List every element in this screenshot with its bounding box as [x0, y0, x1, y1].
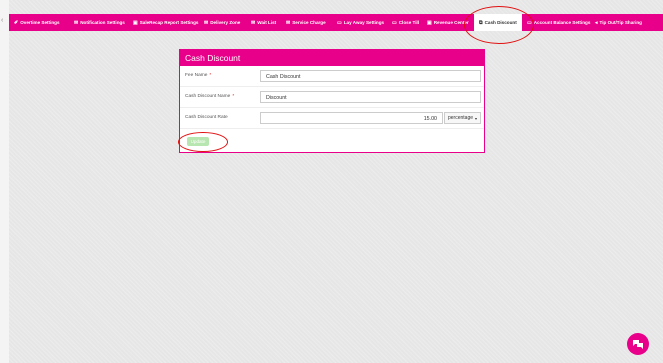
caret-down-icon: ▾ — [475, 115, 478, 121]
tab-overtime-settings[interactable]: ✐ Overtime Settings — [9, 14, 69, 31]
tab-close-till[interactable]: ▭ Close Till — [387, 14, 422, 31]
tab-cash-discount[interactable]: ⧉ Cash Discount — [474, 14, 522, 31]
tab-salerecap-report-settings[interactable]: ▣ SaleRecap Report Settings — [128, 14, 199, 31]
settings-tab-bar: ✐ Overtime Settings ✉ Notification Setti… — [9, 14, 663, 31]
card-icon: ▭ — [392, 19, 397, 26]
tab-service-charge[interactable]: ✉ Service Charge — [281, 14, 332, 31]
tab-notification-settings[interactable]: ✉ Notification Settings — [69, 14, 128, 31]
chat-button[interactable] — [627, 333, 649, 355]
rate-unit-select[interactable]: percentage ▾ — [444, 112, 481, 124]
tab-label: SaleRecap Report Settings — [139, 20, 199, 25]
tab-label: Cash Discount — [484, 20, 517, 25]
edit-icon: ✐ — [14, 19, 19, 26]
cash-discount-rate-label: Cash Discount Rate — [185, 115, 228, 120]
share-icon: ◂ — [595, 19, 598, 26]
tab-delivery-zone[interactable]: ✉ Delivery Zone — [199, 14, 246, 31]
save-icon: ▣ — [427, 19, 432, 26]
tab-label: Tip Out/Tip Sharing — [599, 20, 642, 25]
envelope-icon: ✉ — [74, 19, 79, 26]
fee-name-row: Fee Name * Cash Discount — [180, 66, 484, 87]
cash-discount-rate-input[interactable]: 15.00 — [260, 112, 443, 124]
required-marker: * — [232, 94, 235, 99]
tab-tip-out-tip-sharing[interactable]: ◂ Tip Out/Tip Sharing — [590, 14, 663, 31]
chat-bubbles-icon — [633, 339, 643, 349]
external-link-icon: ⧉ — [479, 19, 483, 26]
cash-discount-name-label: Cash Discount Name * — [185, 94, 235, 99]
panel-title: Cash Discount — [180, 50, 484, 66]
envelope-icon: ✉ — [286, 19, 291, 26]
left-scroll-strip — [0, 0, 9, 363]
tab-lay-away-settings[interactable]: ▭ Lay Away Settings — [332, 14, 387, 31]
tab-label: Overtime Settings — [20, 20, 60, 25]
tab-label: Delivery Zone — [210, 20, 241, 25]
tab-label: Account Balance Settings — [533, 20, 591, 25]
cash-discount-name-input[interactable]: Discount — [260, 91, 481, 103]
update-button[interactable]: Update — [187, 137, 209, 146]
tab-label: Notification Settings — [80, 20, 125, 25]
cash-discount-name-row: Cash Discount Name * Discount — [180, 87, 484, 108]
tab-label: Close Till — [398, 20, 420, 25]
tab-revenue-center[interactable]: ▣ Revenue Center — [422, 14, 474, 31]
save-icon: ▣ — [133, 19, 138, 26]
card-icon: ▭ — [527, 19, 532, 26]
required-marker: * — [209, 73, 212, 78]
scroll-left-icon[interactable]: ‹ — [1, 17, 3, 24]
tab-label: Wait List — [257, 20, 277, 25]
tab-label: Service Charge — [292, 20, 326, 25]
fee-name-input[interactable]: Cash Discount — [260, 70, 481, 82]
tab-label: Revenue Center — [433, 20, 469, 25]
fee-name-label: Fee Name * — [185, 73, 212, 78]
tab-wait-list[interactable]: ✉ Wait List — [246, 14, 281, 31]
tab-label: Lay Away Settings — [343, 20, 385, 25]
card-icon: ▭ — [337, 19, 342, 26]
envelope-icon: ✉ — [204, 19, 209, 26]
tab-account-balance-settings[interactable]: ▭ Account Balance Settings — [522, 14, 590, 31]
cash-discount-panel: Cash Discount Fee Name * Cash Discount Ca… — [179, 49, 485, 153]
rate-unit-value: percentage — [448, 115, 474, 121]
envelope-icon: ✉ — [251, 19, 256, 26]
cash-discount-rate-row: Cash Discount Rate 15.00 percentage ▾ — [180, 108, 484, 129]
